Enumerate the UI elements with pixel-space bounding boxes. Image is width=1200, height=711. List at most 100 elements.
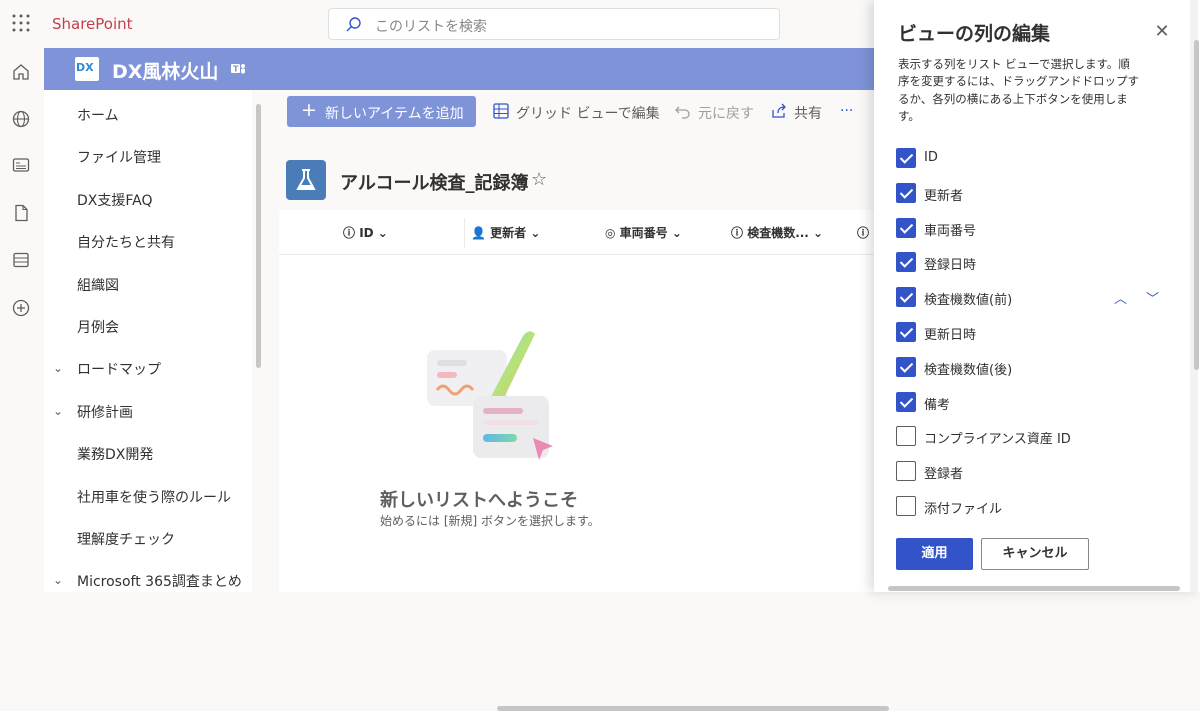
panel-description: 表示する列をリスト ビューで選択します。順序を変更するには、ドラッグアンドドロッ… <box>898 57 1140 123</box>
svg-text:T: T <box>233 65 239 74</box>
nav-scrollbar[interactable] <box>256 104 261 368</box>
nav-item[interactable]: 理解度チェック <box>77 529 175 549</box>
column-header-reading[interactable]: ⓘ 検査機数... ⌄ <box>731 224 823 241</box>
checkbox[interactable] <box>896 322 916 342</box>
news-icon[interactable] <box>11 155 31 175</box>
nav-item[interactable]: Microsoft 365調査まとめ <box>77 571 242 591</box>
column-header-editor[interactable]: 👤 更新者 ⌄ <box>471 224 540 241</box>
column-label: 添付ファイル <box>924 502 1003 517</box>
new-item-button[interactable]: + 新しいアイテムを追加 <box>287 96 476 127</box>
site-navigation: ホームファイル管理 DX支援FAQ 自分たちと共有 組織図月例会 ⌄ ロードマップ ⌄ 研修計… <box>44 90 264 592</box>
column-label: 検査機数値(後) <box>924 362 1013 378</box>
empty-list-illustration <box>427 331 553 460</box>
expand-chevron-icon[interactable]: ⌄ <box>53 404 63 418</box>
column-label: コンプライアンス資産 ID <box>924 432 1071 448</box>
teams-icon[interactable]: T <box>230 61 246 77</box>
nav-item[interactable]: ロードマップ <box>77 359 161 379</box>
search-icon <box>346 17 361 32</box>
search-box[interactable]: このリストを検索 <box>328 8 780 40</box>
column-header-label: 更新者 <box>490 226 527 240</box>
checkbox[interactable] <box>896 182 916 203</box>
panel-horizontal-scrollbar[interactable] <box>888 586 1180 591</box>
column-headers: ⓘ ID ⌄ 👤 更新者 ⌄ ◎ 車両番号 ⌄ ⓘ 検査機数... ⌄ ⓘ <box>279 210 874 255</box>
list-title: アルコール検査_記録簿 <box>340 173 529 194</box>
column-checkbox-row[interactable]: 車両番号 <box>896 217 1176 241</box>
checkbox[interactable] <box>896 391 916 412</box>
column-checkbox-row[interactable]: 登録者 <box>896 460 1176 484</box>
site-logo-text: DX <box>76 61 94 74</box>
checkbox[interactable] <box>896 148 916 168</box>
app-launcher-icon[interactable] <box>12 14 30 32</box>
grid-horizontal-scrollbar[interactable] <box>497 706 889 711</box>
file-icon[interactable] <box>11 203 31 223</box>
edit-view-columns-panel: ビューの列の編集 ✕ 表示する列をリスト ビューで選択します。順序を変更するには… <box>874 0 1200 592</box>
column-label: 登録日時 <box>924 258 977 274</box>
nav-item[interactable]: 業務DX開発 <box>77 444 153 464</box>
checkbox[interactable] <box>896 461 916 482</box>
nav-item[interactable]: 組織図 <box>77 275 119 295</box>
column-label: 車両番号 <box>924 223 977 239</box>
column-checkbox-row[interactable]: 備考 <box>896 391 1176 415</box>
column-checkbox-row[interactable]: ID <box>896 147 1176 171</box>
close-icon[interactable]: ✕ <box>1152 22 1172 42</box>
flask-icon <box>286 160 326 200</box>
column-label: ID <box>924 150 938 165</box>
more-button[interactable]: ··· <box>840 103 853 119</box>
undo-button[interactable]: 元に戻す <box>698 103 754 123</box>
column-checkbox-row[interactable]: 更新日時 <box>896 321 1176 345</box>
column-header-more[interactable]: ⓘ <box>857 224 869 241</box>
column-checkbox-row[interactable]: 添付ファイル <box>896 495 1176 519</box>
column-checkbox-row[interactable]: 検査機数値(前) ︿ ﹀ <box>896 286 1176 310</box>
column-label: 更新日時 <box>924 328 977 343</box>
column-label: 登録者 <box>924 467 964 483</box>
column-header-vehicle[interactable]: ◎ 車両番号 ⌄ <box>605 224 682 241</box>
checkbox[interactable] <box>896 252 916 273</box>
panel-scrollbar[interactable] <box>1194 40 1199 370</box>
apply-button[interactable]: 適用 <box>896 538 973 570</box>
share-icon <box>772 103 786 118</box>
nav-item[interactable]: ファイル管理 <box>77 147 161 167</box>
globe-icon[interactable] <box>11 109 31 129</box>
checkbox[interactable] <box>896 217 916 238</box>
expand-chevron-icon[interactable]: ⌄ <box>53 573 63 587</box>
undo-icon <box>675 106 690 119</box>
nav-item[interactable]: DX支援FAQ <box>77 190 153 210</box>
nav-item[interactable]: 自分たちと共有 <box>77 232 175 252</box>
column-checkbox-row[interactable]: 検査機数値(後) <box>896 356 1176 380</box>
panel-title: ビューの列の編集 <box>898 23 1051 45</box>
favorite-star-icon[interactable]: ☆ <box>531 169 547 190</box>
sharepoint-brand[interactable]: SharePoint <box>52 15 133 33</box>
column-label: 更新者 <box>924 188 964 204</box>
nav-item[interactable]: 研修計画 <box>77 402 133 422</box>
site-logo[interactable]: DX <box>75 57 99 81</box>
cancel-button[interactable]: キャンセル <box>981 538 1089 570</box>
home-icon[interactable] <box>11 62 31 82</box>
plus-icon: + <box>301 99 317 121</box>
list-icon[interactable] <box>11 250 31 270</box>
column-checkbox-row[interactable]: 更新者 <box>896 182 1176 206</box>
grid-icon <box>493 103 509 119</box>
grid-edit-button[interactable]: グリッド ビューで編集 <box>516 103 660 123</box>
checkbox[interactable] <box>896 426 916 447</box>
column-header-id[interactable]: ⓘ ID ⌄ <box>343 224 388 241</box>
nav-item[interactable]: ホーム <box>77 105 119 125</box>
nav-item[interactable]: 社用車を使う際のルール <box>77 487 231 507</box>
checkbox[interactable] <box>896 356 916 377</box>
column-checkbox-row[interactable]: コンプライアンス資産 ID <box>896 425 1176 449</box>
site-header: DX DX風林火山 T <box>44 48 874 90</box>
move-down-icon[interactable]: ﹀ <box>1146 288 1159 307</box>
column-label: 備考 <box>924 397 951 413</box>
share-button[interactable]: 共有 <box>794 103 822 123</box>
empty-list-subtitle: 始めるには [新規] ボタンを選択します。 <box>380 514 600 528</box>
expand-chevron-icon[interactable]: ⌄ <box>53 361 63 375</box>
move-up-icon[interactable]: ︿ <box>1114 288 1127 307</box>
column-divider <box>464 218 465 248</box>
checkbox[interactable] <box>896 496 916 516</box>
column-header-label: 検査機数... <box>747 226 809 240</box>
site-title[interactable]: DX風林火山 <box>112 57 218 84</box>
empty-list-title: 新しいリストへようこそ <box>380 490 578 511</box>
checkbox[interactable] <box>896 287 916 308</box>
column-checkbox-row[interactable]: 登録日時 <box>896 251 1176 275</box>
nav-item[interactable]: 月例会 <box>77 317 119 337</box>
add-icon[interactable] <box>11 298 31 318</box>
